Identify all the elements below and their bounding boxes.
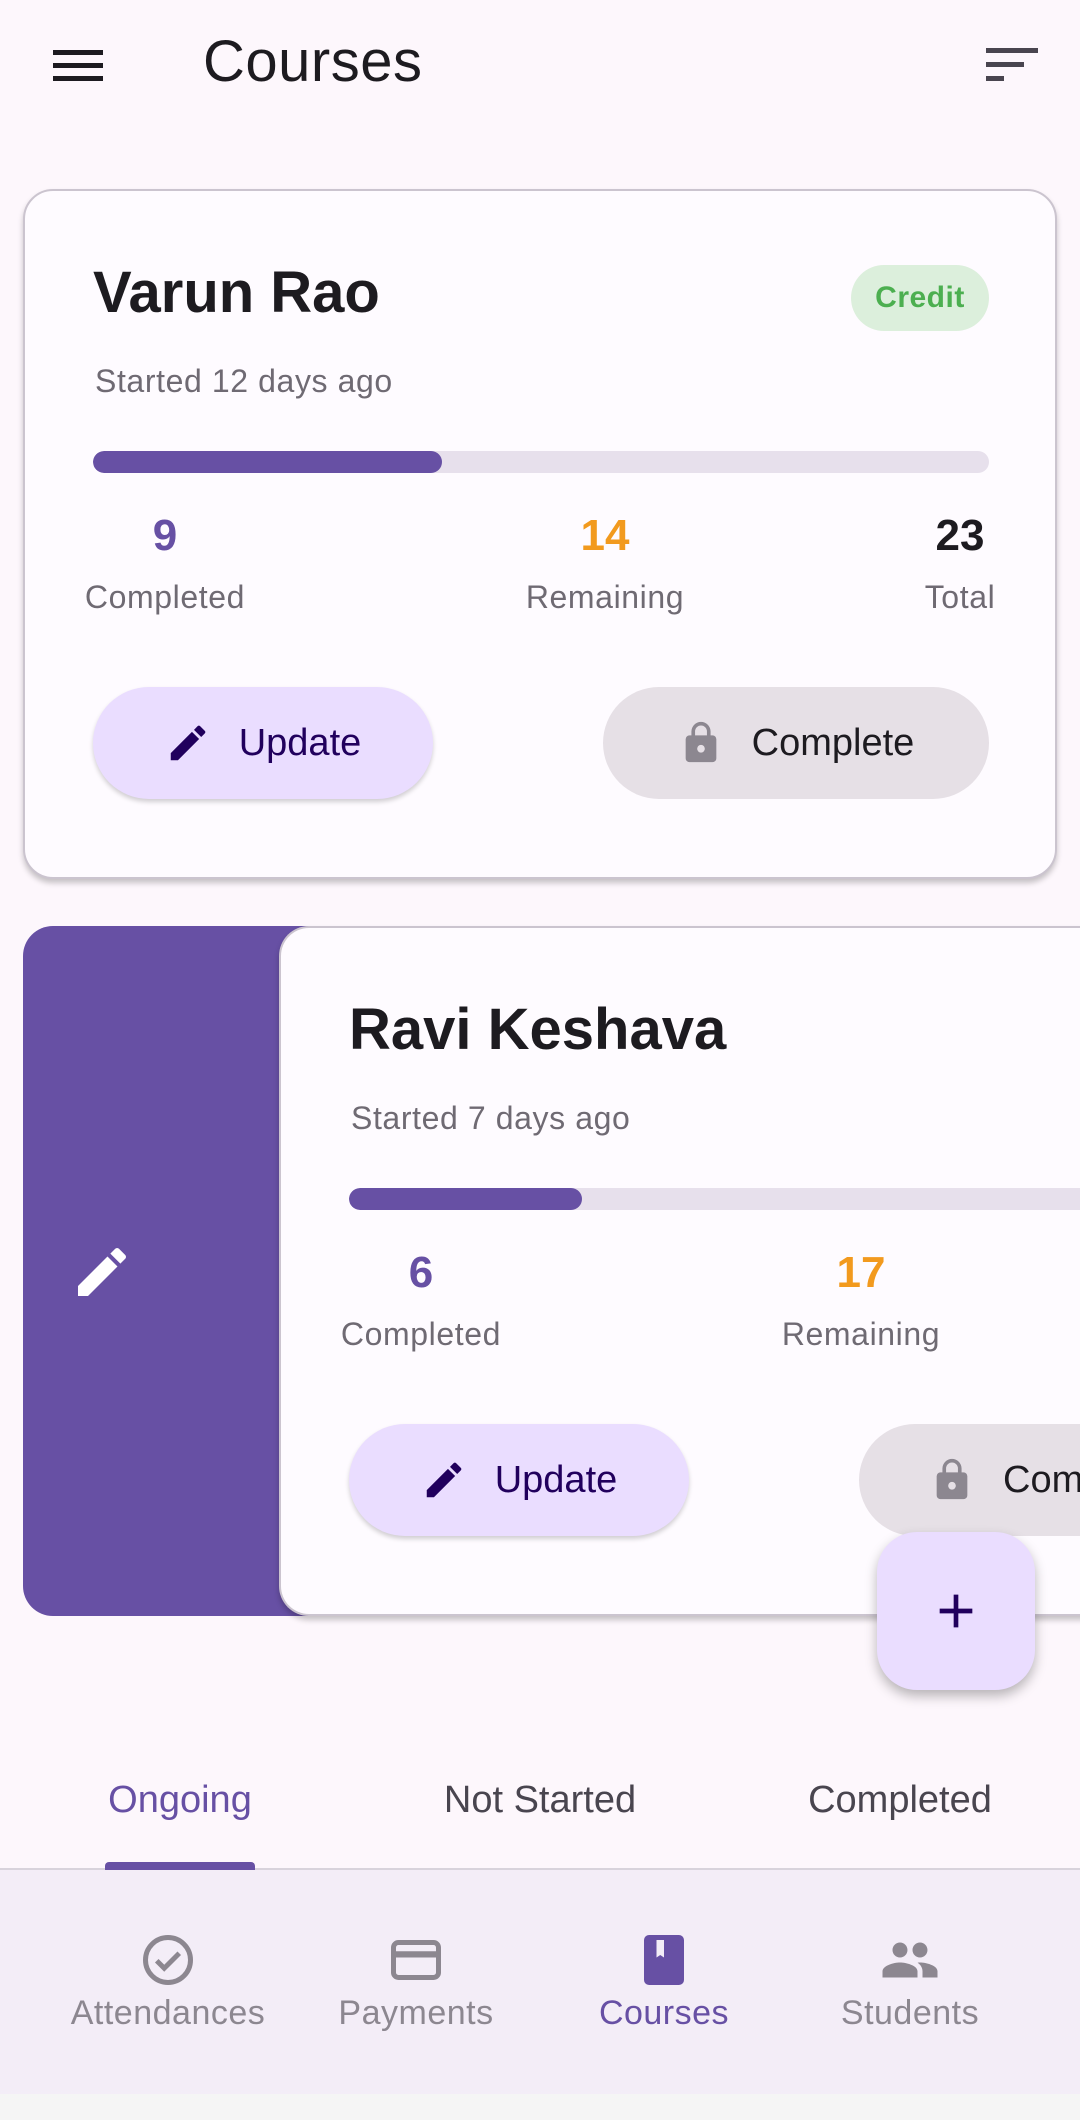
progress-bar xyxy=(93,451,989,473)
people-icon xyxy=(882,1942,938,1978)
course-tabs: Ongoing Not Started Completed xyxy=(0,1740,1080,1870)
complete-button[interactable]: Complete xyxy=(603,687,989,799)
student-name: Varun Rao xyxy=(93,260,380,325)
update-button[interactable]: Update xyxy=(93,687,433,799)
pencil-icon xyxy=(170,725,205,761)
progress-bar xyxy=(349,1188,1080,1210)
plus-icon xyxy=(939,1594,973,1628)
remaining-count: 14 xyxy=(580,511,630,560)
system-gesture-bar xyxy=(0,2094,1080,2120)
total-count: 23 xyxy=(935,511,985,560)
complete-label: Com xyxy=(1003,1458,1080,1501)
app-bar: Courses xyxy=(0,0,1080,130)
completed-count: 9 xyxy=(152,511,178,560)
menu-button[interactable] xyxy=(40,30,116,100)
remaining-label: Remaining xyxy=(525,579,685,615)
tab-ongoing[interactable]: Ongoing xyxy=(0,1740,360,1870)
started-text: Started 7 days ago xyxy=(351,1100,631,1136)
book-icon xyxy=(644,1935,684,1985)
tab-not-started[interactable]: Not Started xyxy=(360,1740,720,1870)
completed-label: Completed xyxy=(84,579,246,615)
complete-button[interactable]: Com xyxy=(859,1424,1080,1536)
hamburger-menu-icon xyxy=(53,50,103,81)
bottom-navigation: Attendances Payments Courses Students xyxy=(0,1868,1080,2094)
remaining-label: Remaining xyxy=(781,1316,941,1352)
nav-label: Students xyxy=(840,1994,980,2032)
course-card[interactable]: Ravi Keshava Started 7 days ago 6 Comple… xyxy=(279,926,1080,1616)
progress-fill xyxy=(349,1188,582,1210)
course-card[interactable]: Varun Rao Credit Started 12 days ago 9 C… xyxy=(23,189,1057,879)
update-label: Update xyxy=(238,721,362,764)
remaining-count: 17 xyxy=(836,1248,886,1297)
nav-label: Payments xyxy=(338,1994,494,2032)
page-title: Courses xyxy=(203,29,423,94)
nav-attendances[interactable]: Attendances xyxy=(44,1870,292,2096)
lock-icon xyxy=(685,721,717,763)
started-text: Started 12 days ago xyxy=(95,363,393,399)
nav-courses[interactable]: Courses xyxy=(540,1870,788,2096)
check-circle-icon xyxy=(143,1935,193,1985)
completed-label: Completed xyxy=(340,1316,502,1352)
add-course-fab[interactable] xyxy=(877,1532,1035,1690)
update-label: Update xyxy=(494,1458,618,1501)
progress-fill xyxy=(93,451,443,473)
completed-count: 6 xyxy=(408,1248,434,1297)
nav-label: Attendances xyxy=(70,1994,266,2032)
tab-indicator xyxy=(105,1862,255,1870)
student-name: Ravi Keshava xyxy=(349,997,727,1062)
sort-filter-icon xyxy=(986,48,1038,81)
update-button[interactable]: Update xyxy=(349,1424,689,1536)
pencil-icon xyxy=(78,1247,127,1296)
tab-completed[interactable]: Completed xyxy=(720,1740,1080,1870)
lock-icon xyxy=(936,1458,968,1500)
total-label: Total xyxy=(924,579,996,615)
nav-students[interactable]: Students xyxy=(786,1870,1034,2096)
complete-label: Complete xyxy=(751,721,915,764)
pencil-icon xyxy=(426,1462,461,1498)
credit-card-icon xyxy=(391,1940,441,1980)
filter-button[interactable] xyxy=(976,36,1048,96)
status-badge: Credit xyxy=(851,265,989,331)
nav-payments[interactable]: Payments xyxy=(292,1870,540,2096)
nav-label: Courses xyxy=(598,1994,730,2032)
